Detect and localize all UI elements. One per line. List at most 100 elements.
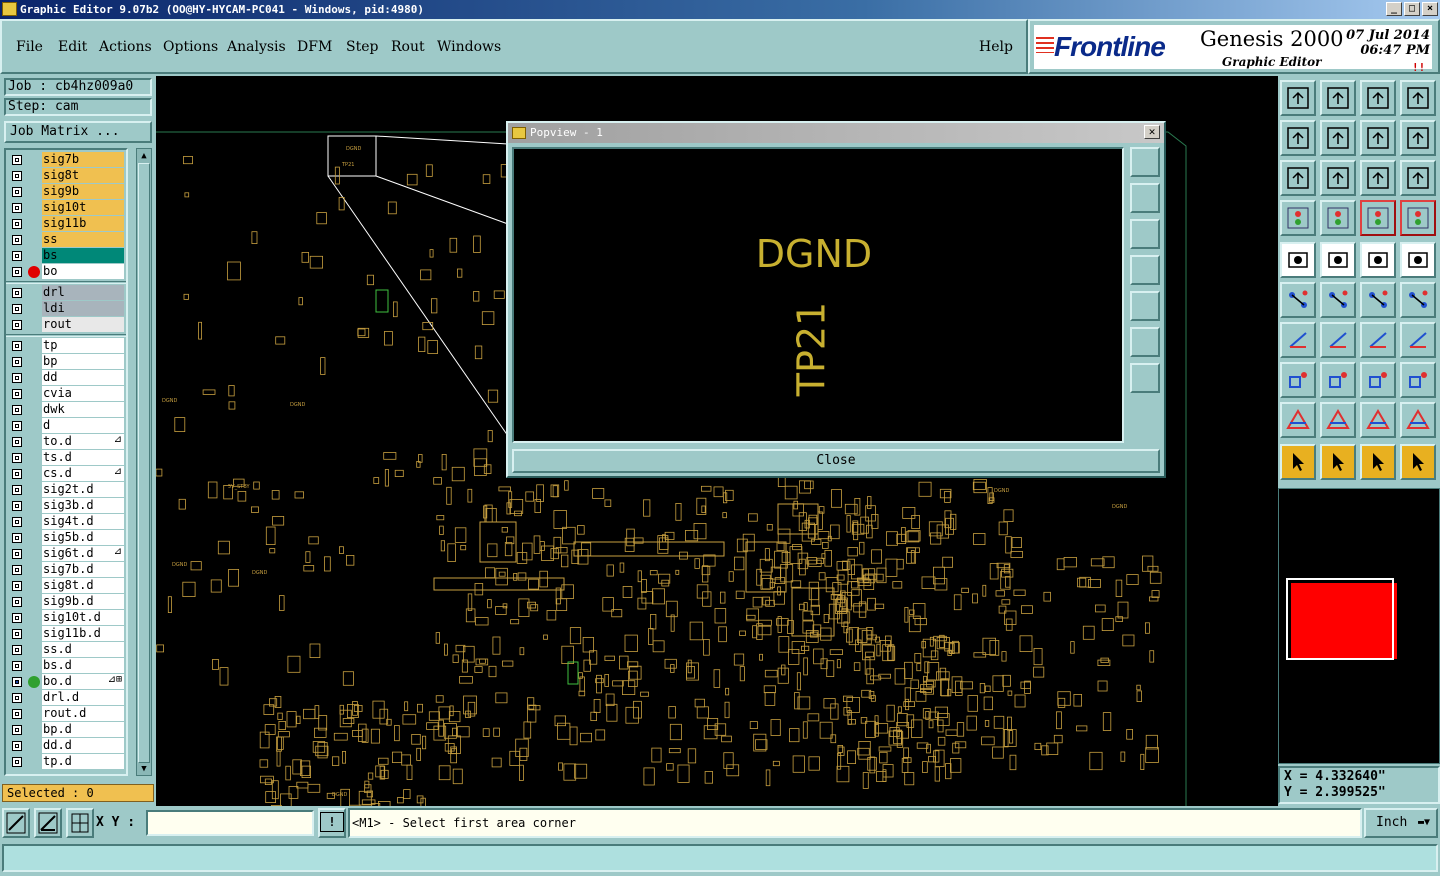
layer-row[interactable]: sig2t.d (6, 482, 126, 498)
layer-row[interactable]: ldi (6, 301, 126, 317)
pan-left-icon[interactable] (1280, 120, 1316, 156)
layer-checkbox[interactable] (12, 320, 22, 330)
layer-row[interactable]: bo.d ⊿⊞ (6, 674, 126, 690)
layer-checkbox[interactable] (12, 469, 22, 479)
layer-checkbox[interactable] (12, 725, 22, 735)
menu-step[interactable]: Step (346, 39, 378, 55)
menu-dfm[interactable]: DFM (297, 39, 332, 55)
popview-zoom-icon[interactable] (1130, 147, 1160, 177)
grid-mode-icon[interactable] (66, 808, 94, 838)
scroll-down-icon[interactable]: ▼ (138, 763, 150, 775)
layer-name[interactable]: cvia (42, 386, 124, 401)
units-selector[interactable]: Inch ▬▼ (1364, 808, 1438, 838)
layer-name[interactable]: bp (42, 354, 124, 369)
help-query-icon[interactable] (1400, 160, 1436, 196)
layer-checkbox[interactable] (12, 405, 22, 415)
layer-name[interactable]: tp (42, 338, 124, 353)
layer-row[interactable]: ss (6, 232, 126, 248)
minimize-button[interactable]: _ (1386, 2, 1402, 16)
layer-name[interactable]: cs.d (42, 466, 124, 481)
triangle-a-line-icon[interactable] (1400, 402, 1436, 438)
popview-pan-up-icon[interactable] (1130, 183, 1160, 213)
layer-name[interactable]: to.d (42, 434, 124, 449)
layer-row[interactable]: dd (6, 370, 126, 386)
target-icon[interactable] (1400, 242, 1436, 278)
layer-checkbox[interactable] (12, 517, 22, 527)
popview-pan-right-icon[interactable] (1130, 291, 1160, 321)
layer-checkbox[interactable] (12, 741, 22, 751)
layer-row[interactable]: tp.d (6, 754, 126, 770)
rotate-icon[interactable] (1360, 322, 1396, 358)
grid-toggle-icon[interactable] (1320, 200, 1356, 236)
layer-name[interactable]: tp.d (42, 754, 124, 769)
zoom-window-icon[interactable] (1400, 80, 1436, 116)
layer-row[interactable]: sig6t.d ⊿ (6, 546, 126, 562)
layer-name[interactable]: rout.d (42, 706, 124, 721)
layer-name[interactable]: drl.d (42, 690, 124, 705)
layer-name[interactable]: sig9b.d (42, 594, 124, 609)
connect-nodes-icon[interactable] (1280, 282, 1316, 318)
layer-display-alt-icon[interactable] (1400, 200, 1436, 236)
layer-row[interactable]: rout (6, 317, 126, 333)
layer-row[interactable]: tp (6, 338, 126, 354)
layer-checkbox[interactable] (12, 613, 22, 623)
layer-checkbox[interactable] (12, 453, 22, 463)
layer-display-icon[interactable] (1360, 200, 1396, 236)
layer-checkbox[interactable] (12, 235, 22, 245)
close-window-button[interactable]: × (1422, 2, 1438, 16)
layer-row[interactable]: sig4t.d (6, 514, 126, 530)
layer-row[interactable]: bp (6, 354, 126, 370)
layer-name[interactable]: ss (42, 232, 124, 247)
layer-checkbox[interactable] (12, 565, 22, 575)
layer-checkbox[interactable] (12, 251, 22, 261)
layer-checkbox[interactable] (12, 171, 22, 181)
popview-close-button[interactable]: Close (512, 449, 1160, 473)
layer-color-dot[interactable] (28, 676, 40, 688)
layer-row[interactable]: to.d ⊿ (6, 434, 126, 450)
layer-name[interactable]: ss.d (42, 642, 124, 657)
layer-checkbox[interactable] (12, 304, 22, 314)
menu-windows[interactable]: Windows (437, 39, 501, 55)
select-box-alt-icon[interactable] (1360, 444, 1396, 480)
layer-checkbox[interactable] (12, 373, 22, 383)
layer-name[interactable]: sig9b (42, 184, 124, 199)
layer-checkbox[interactable] (12, 645, 22, 655)
layer-row[interactable]: drl.d (6, 690, 126, 706)
layer-row[interactable]: sig10t (6, 200, 126, 216)
layer-name[interactable]: sig11b (42, 216, 124, 231)
scroll-up-icon[interactable]: ▲ (138, 150, 150, 162)
layer-row[interactable]: sig3b.d (6, 498, 126, 514)
popview-center-icon[interactable] (1130, 363, 1160, 393)
layer-name[interactable]: sig7b (42, 152, 124, 167)
scale-1-2-icon[interactable] (1360, 160, 1396, 196)
layer-name[interactable]: dwk (42, 402, 124, 417)
menu-file[interactable]: File (16, 39, 43, 55)
layer-name[interactable]: sig5b.d (42, 530, 124, 545)
triangle-a-icon[interactable] (1320, 402, 1356, 438)
menu-options[interactable]: Options (163, 39, 218, 55)
zoom-house-icon[interactable] (1360, 80, 1396, 116)
triangle-a-alt-icon[interactable] (1360, 402, 1396, 438)
layer-checkbox[interactable] (12, 389, 22, 399)
layer-row[interactable]: bp.d (6, 722, 126, 738)
layer-name[interactable]: sig10t.d (42, 610, 124, 625)
zoom-in-icon[interactable] (1320, 80, 1356, 116)
menu-help[interactable]: Help (979, 39, 1013, 55)
layer-name[interactable]: ldi (42, 301, 124, 316)
layer-row[interactable]: sig5b.d (6, 530, 126, 546)
layer-row[interactable]: cvia (6, 386, 126, 402)
layer-name[interactable]: sig10t (42, 200, 124, 215)
popview-close-icon[interactable]: ✕ (1144, 125, 1160, 139)
layer-row[interactable]: sig10t.d (6, 610, 126, 626)
layer-row[interactable]: sig8t.d (6, 578, 126, 594)
layer-name[interactable]: ts.d (42, 450, 124, 465)
layer-row[interactable]: rout.d (6, 706, 126, 722)
menu-actions[interactable]: Actions (99, 39, 152, 55)
layer-checkbox[interactable] (12, 629, 22, 639)
layer-row[interactable]: sig9b.d (6, 594, 126, 610)
layer-row[interactable]: bs.d (6, 658, 126, 674)
overview-map[interactable] (1278, 488, 1440, 764)
zoom-home-icon[interactable] (1280, 80, 1316, 116)
layer-checkbox[interactable] (12, 357, 22, 367)
layer-name[interactable]: sig11b.d (42, 626, 124, 641)
